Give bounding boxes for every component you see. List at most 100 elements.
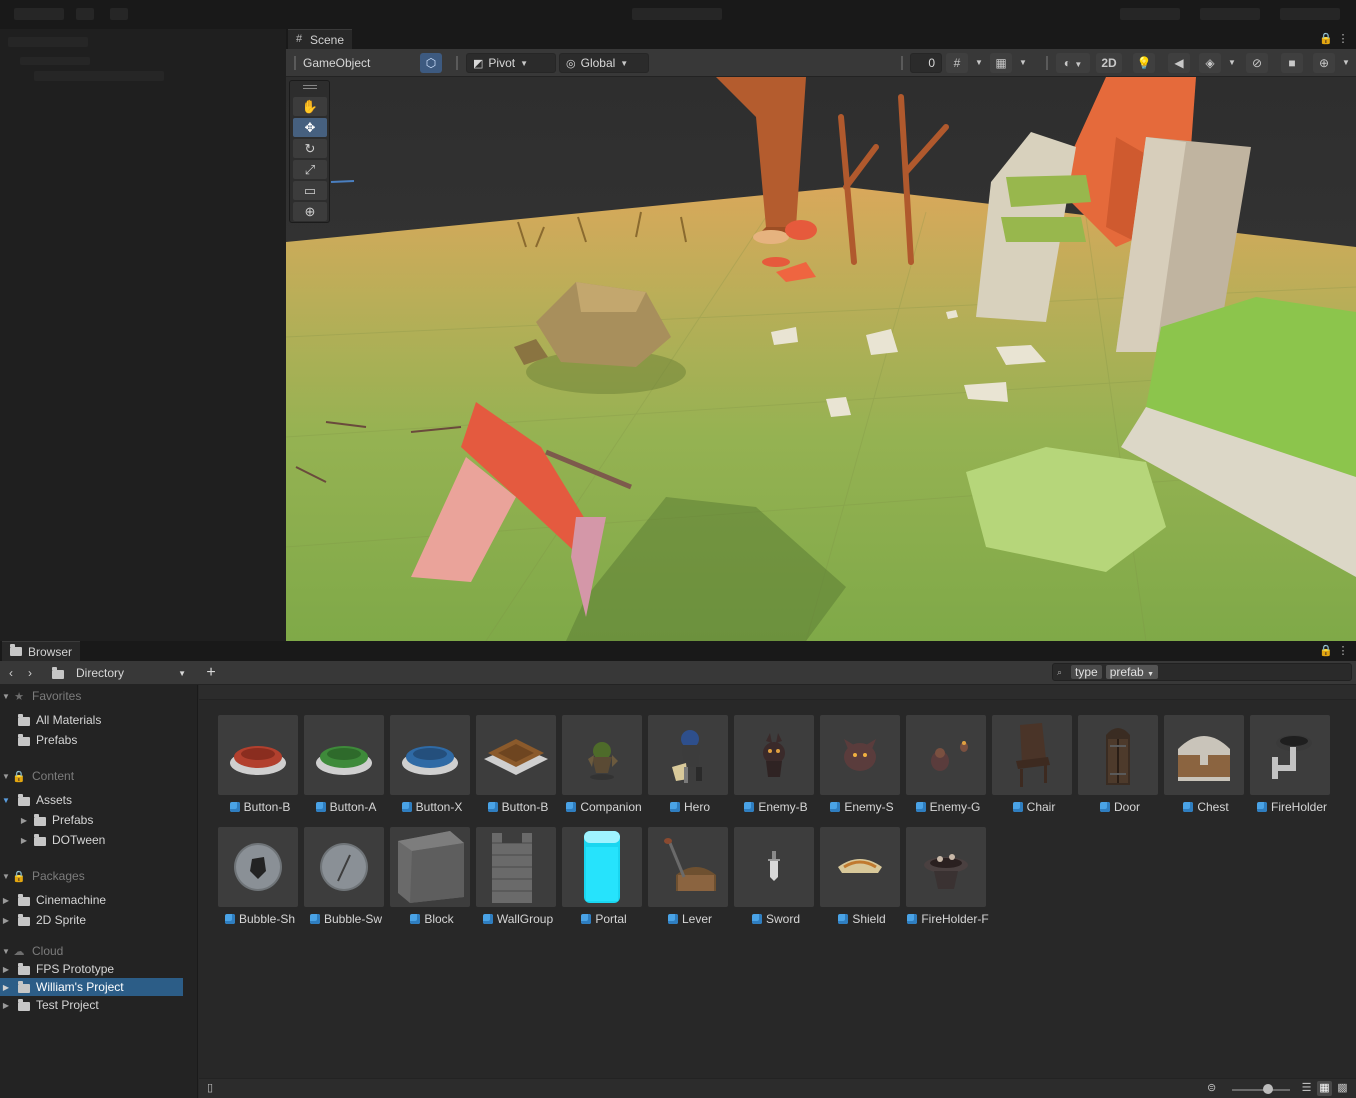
- shading-mode-icon[interactable]: ◐ ▼: [1056, 53, 1090, 73]
- tab-scene[interactable]: # Scene: [288, 29, 352, 49]
- shield-thumbnail: [820, 827, 900, 907]
- chevron-right-icon[interactable]: ▶: [18, 816, 30, 825]
- enemy-b-thumbnail: [734, 715, 814, 795]
- packages-header[interactable]: ▼ 🔒 Packages: [0, 867, 198, 885]
- hand-tool-icon[interactable]: ✋: [293, 97, 327, 116]
- rect-tool-icon[interactable]: ▭: [293, 181, 327, 200]
- search-value-token[interactable]: prefab ▼: [1105, 665, 1158, 679]
- asset-tile[interactable]: Companion: [561, 715, 643, 823]
- scale-tool-icon[interactable]: ⤢: [293, 160, 327, 179]
- sidebar-item-assets-prefabs[interactable]: ▶ Prefabs: [0, 811, 198, 829]
- effects-icon[interactable]: ◈: [1199, 53, 1221, 73]
- content-header[interactable]: ▼ 🔒 Content: [0, 767, 198, 785]
- chevron-down-icon[interactable]: ▼: [1225, 53, 1239, 73]
- chevron-right-icon[interactable]: ▶: [0, 983, 12, 992]
- prefab-icon: [915, 802, 926, 812]
- gameobject-label[interactable]: GameObject: [303, 56, 370, 70]
- favorites-header[interactable]: ▼ ★ Favorites: [0, 687, 198, 705]
- snap-grid-icon[interactable]: ▦: [990, 53, 1012, 73]
- filter-icon[interactable]: ⊜: [1207, 1081, 1216, 1094]
- list-view-icon[interactable]: ☰: [1299, 1081, 1314, 1096]
- sidebar-item-dotween[interactable]: ▶ DOTween: [0, 831, 198, 849]
- asset-tile[interactable]: Enemy-S: [819, 715, 901, 823]
- chevron-down-icon[interactable]: ▼: [1339, 53, 1353, 73]
- sidebar-item-assets[interactable]: ▼ Assets: [0, 791, 198, 809]
- asset-tile[interactable]: Bubble-Sh: [217, 827, 299, 935]
- chevron-right-icon[interactable]: ▶: [18, 836, 30, 845]
- sidebar-item-cinemachine[interactable]: ▶ Cinemachine: [0, 891, 198, 909]
- asset-tile[interactable]: Portal: [561, 827, 643, 935]
- cube-icon[interactable]: ⬡: [420, 53, 442, 73]
- sidebar-item-williams-project[interactable]: ▶ William's Project: [0, 978, 183, 996]
- folder-icon: [10, 644, 22, 656]
- sidebar-toggle-icon[interactable]: ▯: [207, 1081, 213, 1094]
- move-tool-icon[interactable]: ✥: [293, 118, 327, 137]
- chevron-right-icon[interactable]: ▶: [0, 965, 12, 974]
- directory-dropdown[interactable]: Directory ▼: [48, 663, 194, 683]
- add-icon[interactable]: +: [202, 664, 220, 682]
- cloud-header[interactable]: ▼ ☁ Cloud: [0, 942, 198, 960]
- back-arrow-icon[interactable]: ‹: [4, 664, 18, 682]
- zoom-slider-track[interactable]: [1232, 1089, 1290, 1091]
- browser-window: Browser 🔒 ⋮ ‹ › Directory ▼ + ⌕ type pre…: [0, 641, 1356, 1098]
- chevron-down-icon[interactable]: ▼: [1016, 53, 1030, 73]
- lock-icon[interactable]: 🔒: [1319, 32, 1333, 46]
- chevron-right-icon[interactable]: ▶: [0, 916, 12, 925]
- toolbar-placeholder: [76, 8, 94, 20]
- grid-view-icon[interactable]: ▦: [1317, 1081, 1332, 1096]
- sidebar-item-fps-prototype[interactable]: ▶ FPS Prototype: [0, 960, 198, 978]
- search-field[interactable]: ⌕ type prefab ▼: [1052, 663, 1352, 681]
- asset-tile[interactable]: Bubble-Sw: [303, 827, 385, 935]
- dense-grid-view-icon[interactable]: ▩: [1335, 1081, 1350, 1096]
- lock-icon[interactable]: 🔒: [1319, 644, 1333, 658]
- asset-tile[interactable]: Shield: [819, 827, 901, 935]
- asset-tile[interactable]: Chair: [991, 715, 1073, 823]
- snap-increment-field[interactable]: 0: [910, 53, 942, 73]
- chevron-down-icon[interactable]: ▼: [972, 53, 986, 73]
- asset-tile[interactable]: WallGroup: [475, 827, 557, 935]
- forward-arrow-icon[interactable]: ›: [23, 664, 37, 682]
- asset-tile[interactable]: FireHolder-F: [905, 827, 989, 935]
- chevron-right-icon[interactable]: ▶: [0, 896, 12, 905]
- gizmos-icon[interactable]: ⊕: [1313, 53, 1335, 73]
- kebab-menu-icon[interactable]: ⋮: [1336, 32, 1350, 46]
- asset-tile[interactable]: Lever: [647, 827, 729, 935]
- sidebar-item-test-project[interactable]: ▶ Test Project: [0, 996, 198, 1014]
- asset-label: Button-B: [475, 799, 561, 815]
- asset-tile[interactable]: Button-B: [475, 715, 557, 823]
- asset-tile[interactable]: Sword: [733, 827, 815, 935]
- rotate-tool-icon[interactable]: ↻: [293, 139, 327, 158]
- asset-tile[interactable]: Button-X: [389, 715, 471, 823]
- zoom-slider-handle[interactable]: [1263, 1084, 1273, 1094]
- overlay-handle[interactable]: [303, 85, 317, 89]
- asset-tile[interactable]: Enemy-G: [905, 715, 987, 823]
- asset-tile[interactable]: Block: [389, 827, 471, 935]
- sidebar-item-all-materials[interactable]: All Materials: [0, 711, 198, 729]
- tab-browser[interactable]: Browser: [2, 641, 80, 661]
- search-type-token[interactable]: type: [1071, 665, 1102, 679]
- scene-viewport[interactable]: ✋ ✥ ↻ ⤢ ▭ ⊕: [286, 77, 1356, 641]
- audio-icon[interactable]: ◀: [1168, 53, 1190, 73]
- chevron-down-icon[interactable]: ▼: [0, 796, 12, 805]
- kebab-menu-icon[interactable]: ⋮: [1336, 644, 1350, 658]
- hidden-objects-icon[interactable]: ⊘: [1246, 53, 1268, 73]
- lighting-icon[interactable]: 💡: [1133, 53, 1155, 73]
- pivot-dropdown[interactable]: ◩ Pivot ▼: [466, 53, 556, 73]
- asset-tile[interactable]: Button-A: [303, 715, 385, 823]
- asset-tile[interactable]: Enemy-B: [733, 715, 815, 823]
- toggle-2d-button[interactable]: 2D: [1096, 53, 1122, 73]
- asset-tile[interactable]: Door: [1077, 715, 1159, 823]
- grid-snap-icon[interactable]: #: [946, 53, 968, 73]
- sidebar-item-label: DOTween: [52, 833, 106, 847]
- global-label: Global: [580, 56, 616, 70]
- chevron-right-icon[interactable]: ▶: [0, 1001, 12, 1010]
- asset-tile[interactable]: Button-B: [217, 715, 299, 823]
- sidebar-item-2d-sprite[interactable]: ▶ 2D Sprite: [0, 911, 198, 929]
- transform-tool-icon[interactable]: ⊕: [293, 202, 327, 221]
- asset-tile[interactable]: Hero: [647, 715, 729, 823]
- camera-icon[interactable]: ■: [1281, 53, 1303, 73]
- asset-tile[interactable]: FireHolder: [1249, 715, 1331, 823]
- asset-tile[interactable]: Chest: [1163, 715, 1245, 823]
- sidebar-item-prefabs[interactable]: Prefabs: [0, 731, 198, 749]
- global-dropdown[interactable]: ◎ Global ▼: [559, 53, 649, 73]
